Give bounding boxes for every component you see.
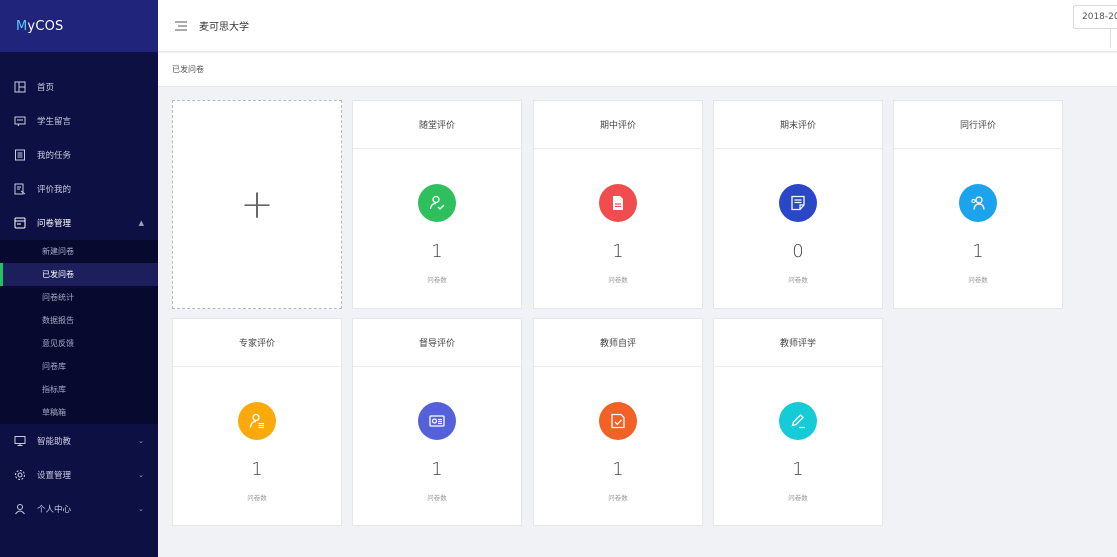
- card-title: 同行评价: [894, 101, 1062, 149]
- survey-type-card[interactable]: 教师评学 1 问卷数: [713, 318, 883, 526]
- sidebar-item-student-messages[interactable]: 学生留言: [0, 104, 158, 138]
- message-icon: [14, 115, 26, 127]
- user-icon: [14, 503, 26, 515]
- survey-count: 0: [792, 241, 804, 262]
- add-survey-card[interactable]: +: [172, 100, 342, 309]
- survey-count: 1: [792, 459, 804, 480]
- document-icon: [599, 184, 637, 222]
- chevron-down-icon: ⌄: [138, 471, 144, 479]
- sidebar-item-label: 问卷管理: [37, 219, 72, 229]
- survey-submenu: 新建问卷 已发问卷 问卷统计 数据报告 意见反馈 问卷库 指标库 草稿箱: [0, 240, 158, 424]
- breadcrumb: 已发问卷: [158, 53, 1117, 87]
- breadcrumb-current: 已发问卷: [172, 65, 204, 74]
- survey-count: 1: [431, 459, 443, 480]
- survey-type-card[interactable]: 专家评价 1 问卷数: [172, 318, 342, 526]
- sidebar-item-label: 学生留言: [37, 117, 72, 127]
- survey-count-label: 问卷数: [968, 276, 988, 284]
- chevron-down-icon: ⌄: [138, 437, 144, 445]
- survey-count: 1: [431, 241, 443, 262]
- sidebar-item-home[interactable]: 首页: [0, 70, 158, 104]
- submenu-item-indicator-library[interactable]: 指标库: [0, 378, 158, 401]
- chevron-up-icon: ▲: [138, 219, 144, 227]
- sidebar-item-settings[interactable]: 设置管理 ⌄: [0, 458, 158, 492]
- year-select[interactable]: 2018-20: [1073, 5, 1117, 29]
- task-list-icon: [14, 149, 26, 161]
- card-title: 教师评学: [714, 319, 882, 367]
- survey-count: 1: [972, 241, 984, 262]
- menu-toggle-icon[interactable]: [175, 21, 187, 31]
- survey-count-label: 问卷数: [608, 494, 628, 502]
- sidebar-item-survey-management[interactable]: 问卷管理 ▲: [0, 206, 158, 240]
- survey-type-card[interactable]: 期末评价 0 问卷数: [713, 100, 883, 309]
- home-icon: [14, 81, 26, 93]
- evaluation-icon: [14, 183, 26, 195]
- sidebar-item-label: 智能助教: [37, 437, 72, 447]
- survey-count-label: 问卷数: [427, 494, 447, 502]
- card-title: 随堂评价: [353, 101, 521, 149]
- app-logo[interactable]: MyCOS: [0, 0, 158, 52]
- survey-count-label: 问卷数: [788, 494, 808, 502]
- school-name: 麦可思大学: [199, 22, 249, 33]
- survey-count-label: 问卷数: [788, 276, 808, 284]
- submenu-item-data-report[interactable]: 数据报告: [0, 309, 158, 332]
- survey-type-card[interactable]: 教师自评 1 问卷数: [533, 318, 703, 526]
- survey-count-label: 问卷数: [608, 276, 628, 284]
- card-title: 期末评价: [714, 101, 882, 149]
- submenu-item-survey-stats[interactable]: 问卷统计: [0, 286, 158, 309]
- notepad-icon: [779, 184, 817, 222]
- sidebar-item-label: 我的任务: [37, 151, 72, 161]
- expert-icon: [238, 402, 276, 440]
- survey-type-card[interactable]: 同行评价 1 问卷数: [893, 100, 1063, 309]
- top-header: 麦可思大学: [158, 0, 1117, 52]
- survey-count-label: 问卷数: [427, 276, 447, 284]
- sidebar-item-smart-assistant[interactable]: 智能助教 ⌄: [0, 424, 158, 458]
- sidebar-item-label: 设置管理: [37, 471, 72, 481]
- survey-icon: [14, 217, 26, 229]
- sidebar-item-label: 个人中心: [37, 505, 72, 515]
- card-title: 专家评价: [173, 319, 341, 367]
- card-title: 教师自评: [534, 319, 702, 367]
- users-icon: [959, 184, 997, 222]
- survey-count: 1: [612, 459, 624, 480]
- sidebar-item-label: 评价我的: [37, 185, 72, 195]
- sidebar-item-my-tasks[interactable]: 我的任务: [0, 138, 158, 172]
- chevron-down-icon: ⌄: [138, 505, 144, 513]
- submenu-item-survey-library[interactable]: 问卷库: [0, 355, 158, 378]
- survey-cards-area: + 随堂评价 1 问卷数 期中评价 1 问卷数 期末评价 0 问卷数 同行评价 1 问卷数 专家评价 1 问…: [158, 88, 1117, 557]
- gear-icon: [14, 469, 26, 481]
- submenu-item-new-survey[interactable]: 新建问卷: [0, 240, 158, 263]
- survey-count: 1: [612, 241, 624, 262]
- survey-type-card[interactable]: 督导评价 1 问卷数: [352, 318, 522, 526]
- submenu-item-drafts[interactable]: 草稿箱: [0, 401, 158, 424]
- sidebar-item-personal-center[interactable]: 个人中心 ⌄: [0, 492, 158, 526]
- survey-count-label: 问卷数: [247, 494, 267, 502]
- submenu-item-feedback[interactable]: 意见反馈: [0, 332, 158, 355]
- id-card-icon: [418, 402, 456, 440]
- survey-type-card[interactable]: 期中评价 1 问卷数: [533, 100, 703, 309]
- pen-icon: [779, 402, 817, 440]
- user-check-icon: [418, 184, 456, 222]
- self-check-icon: [599, 402, 637, 440]
- survey-count: 1: [251, 459, 263, 480]
- sidebar: MyCOS 首页 学生留言 我的任务 评价我的 问卷管理 ▲ 新建问卷 已发问卷…: [0, 0, 158, 557]
- sidebar-item-label: 首页: [37, 83, 55, 93]
- card-title: 督导评价: [353, 319, 521, 367]
- submenu-item-published-surveys[interactable]: 已发问卷: [0, 263, 158, 286]
- monitor-icon: [14, 435, 26, 447]
- plus-icon: +: [240, 181, 274, 228]
- sidebar-nav: 首页 学生留言 我的任务 评价我的 问卷管理 ▲ 新建问卷 已发问卷 问卷统计 …: [0, 70, 158, 526]
- survey-type-card[interactable]: 随堂评价 1 问卷数: [352, 100, 522, 309]
- card-title: 期中评价: [534, 101, 702, 149]
- sidebar-item-evaluate-me[interactable]: 评价我的: [0, 172, 158, 206]
